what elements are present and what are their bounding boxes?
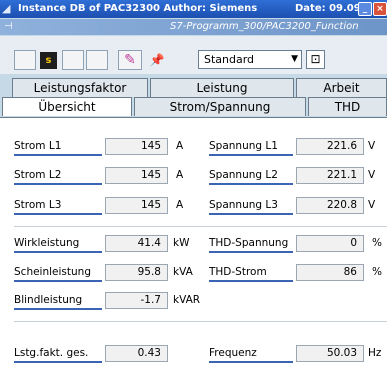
strom-l2-unit: A [176,169,184,181]
strom-l3-unit: A [176,199,184,211]
tab-leistung[interactable]: Leistung [150,78,294,97]
pencil-icon[interactable]: ✎ [118,50,142,70]
frequenz-underline [209,361,293,363]
window-title: Instance DB of PAC32300 Author: Siemens [18,3,258,14]
pushpin-icon[interactable]: 📌 [148,51,166,69]
spannung-l3-unit: V [368,199,376,211]
frequenz-unit: Hz [368,347,382,359]
spannung-l2-unit: V [368,169,376,181]
strom-l1-underline [14,154,102,156]
strom-l1-unit: A [176,140,184,152]
view-select-value: Standard [204,53,255,66]
strom-l1-value: 145 [105,138,168,155]
blindleistung-label: Blindleistung [14,294,83,306]
scheinleistung-underline [14,280,102,282]
spannung-l2-underline [209,183,293,185]
title-bar: ◢ Instance DB of PAC32300 Author: Siemen… [0,0,387,18]
strom-l1-label: Strom L1 [14,140,62,152]
divider-2 [14,321,387,322]
blindleistung-unit: kVAR [173,294,201,306]
toolbar: s ✎ 📌 Standard ▼ ⊡ [0,36,387,74]
spannung-l1-unit: V [368,140,376,152]
blindleistung-value: -1.7 [105,292,168,309]
spannung-l2-label: Spannung L2 [209,169,278,181]
settings-icon[interactable]: ⊡ [306,50,325,69]
strom-l2-label: Strom L2 [14,169,62,181]
overview-panel: Strom L1 145 A Spannung L1 221.6 V Strom… [0,117,387,383]
thd-spannung-unit: % [372,237,382,249]
strom-l2-value: 145 [105,167,168,184]
tab-bar: Leistungsfaktor Leistung Arbeit Übersich… [0,76,387,118]
window-date: Date: 09.09. [295,3,365,14]
thd-spannung-underline [209,251,293,253]
strom-l3-value: 145 [105,197,168,214]
spannung-l3-label: Spannung L3 [209,199,278,211]
wirkleistung-label: Wirkleistung [14,237,80,249]
toolbar-button-blank[interactable] [14,50,36,70]
toolbar-button-blank-2[interactable] [62,50,84,70]
blindleistung-underline [14,308,102,310]
wirkleistung-value: 41.4 [105,235,168,252]
scheinleistung-label: Scheinleistung [14,266,91,278]
sub-title-bar: ⊣ S7-Programm_300/PAC3200_Function [0,19,387,35]
spannung-l1-value: 221.6 [296,138,364,155]
thd-spannung-label: THD-Spannung [209,237,289,249]
spannung-l3-underline [209,213,293,215]
minimize-button[interactable]: _ [358,2,372,16]
pin-icon[interactable]: ⊣ [4,21,13,32]
app-icon: ◢ [2,2,11,15]
frequenz-value: 50.03 [296,345,364,362]
lstg-fakt-value: 0.43 [105,345,168,362]
thd-strom-label: THD-Strom [209,266,267,278]
divider [14,226,387,227]
lstg-fakt-label: Lstg.fakt. ges. [14,347,89,359]
program-path: S7-Programm_300/PAC3200_Function [170,21,359,32]
close-button[interactable]: × [373,2,387,16]
thd-strom-underline [209,280,293,282]
spannung-l1-underline [209,154,293,156]
tab-leistungsfaktor[interactable]: Leistungsfaktor [12,78,148,97]
thd-spannung-value: 0 [296,235,364,252]
frequenz-label: Frequenz [209,347,257,359]
view-select[interactable]: Standard ▼ [198,50,302,69]
wirkleistung-unit: kW [173,237,190,249]
tab-uebersicht[interactable]: Übersicht [2,97,132,116]
spannung-l2-value: 221.1 [296,167,364,184]
chevron-down-icon: ▼ [291,54,298,64]
tab-strom-spannung[interactable]: Strom/Spannung [134,97,306,116]
thd-strom-value: 86 [296,264,364,281]
strom-l3-label: Strom L3 [14,199,62,211]
lstg-fakt-underline [14,361,102,363]
toolbar-button-blank-3[interactable] [86,50,108,70]
strom-l3-underline [14,213,102,215]
thd-strom-unit: % [372,266,382,278]
s-button[interactable]: s [40,52,57,69]
strom-l2-underline [14,183,102,185]
scheinleistung-value: 95.8 [105,264,168,281]
tab-thd[interactable]: THD [308,97,387,116]
wirkleistung-underline [14,251,102,253]
spannung-l3-value: 220.8 [296,197,364,214]
tab-arbeit[interactable]: Arbeit [296,78,387,97]
scheinleistung-unit: kVA [173,266,193,278]
spannung-l1-label: Spannung L1 [209,140,278,152]
